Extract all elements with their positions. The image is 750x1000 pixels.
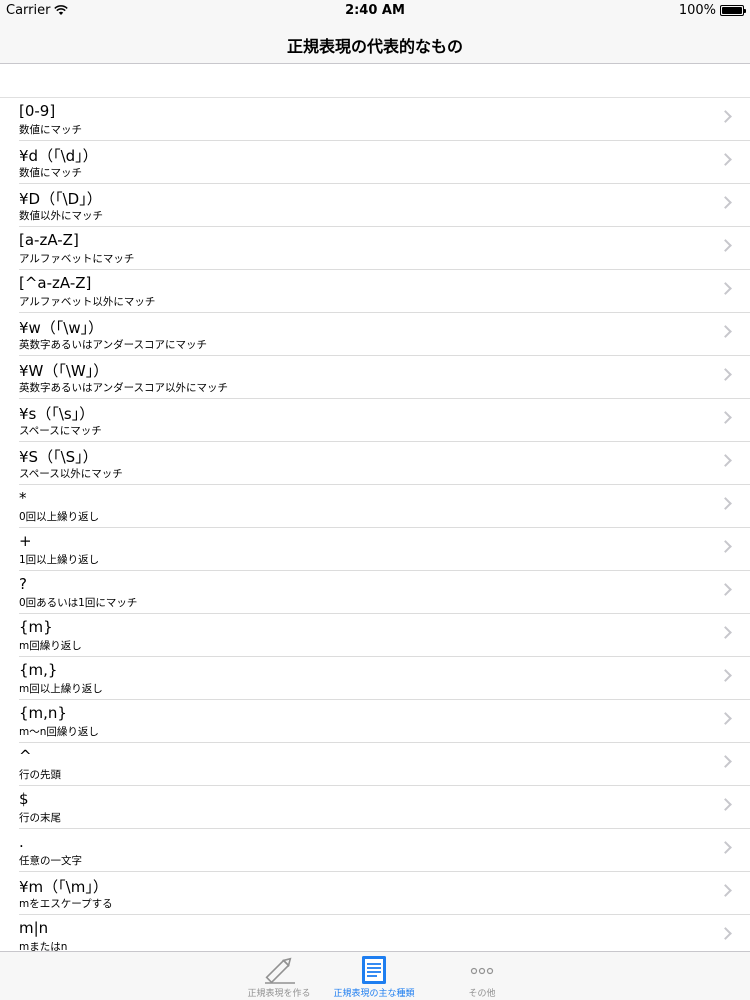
- tab-label: 正規表現の主な種類: [333, 989, 415, 999]
- regex-description: 英数字あるいはアンダースコア以外にマッチ: [19, 382, 229, 394]
- regex-description: 0回あるいは1回にマッチ: [19, 597, 138, 609]
- navigation-bar: 正規表現の代表的なもの: [0, 22, 750, 64]
- tab-label: その他: [468, 989, 496, 999]
- regex-pattern: *: [19, 489, 27, 507]
- status-bar: Carrier 2:40 AM 100%: [0, 0, 750, 22]
- list-item[interactable]: * 0回以上繰り返し: [19, 485, 750, 528]
- regex-pattern: {m,}: [19, 661, 58, 679]
- regex-pattern: [0-9]: [19, 102, 56, 120]
- regex-pattern: .: [19, 833, 24, 851]
- regex-pattern: ¥s（「\s」）: [19, 405, 95, 423]
- page-title: 正規表現の代表的なもの: [286, 37, 463, 56]
- chevron-right-icon: [719, 712, 732, 725]
- regex-description: 1回以上繰り返し: [19, 554, 100, 566]
- regex-description: 行の末尾: [19, 812, 61, 824]
- list-item[interactable]: ? 0回あるいは1回にマッチ: [19, 571, 750, 614]
- chevron-right-icon: [719, 325, 732, 338]
- battery-percent: 100%: [678, 3, 716, 18]
- regex-pattern: ¥D（「\D」）: [19, 190, 102, 208]
- regex-pattern: $: [19, 790, 29, 808]
- regex-pattern: m|n: [19, 919, 49, 937]
- list-item[interactable]: ¥d（「\d」） 数値にマッチ: [19, 141, 750, 184]
- battery-icon: [720, 5, 746, 16]
- regex-pattern: +: [19, 532, 32, 550]
- list-item[interactable]: $ 行の末尾: [19, 786, 750, 829]
- tab-others[interactable]: その他: [422, 952, 542, 1000]
- regex-description: 数値にマッチ: [19, 167, 82, 179]
- chevron-right-icon: [719, 411, 732, 424]
- list-item[interactable]: [^a-zA-Z] アルファベット以外にマッチ: [19, 270, 750, 313]
- chevron-right-icon: [719, 196, 732, 209]
- list-item[interactable]: {m,n} m〜n回繰り返し: [19, 700, 750, 743]
- regex-description: 0回以上繰り返し: [19, 511, 100, 523]
- regex-description: スペースにマッチ: [19, 425, 102, 437]
- document-icon: [362, 956, 386, 984]
- list-item[interactable]: +1回以上繰り返し: [19, 528, 750, 571]
- regex-description: m回繰り返し: [19, 640, 82, 652]
- chevron-right-icon: [719, 368, 732, 381]
- tab-regex-types[interactable]: 正規表現の主な種類: [314, 952, 434, 1000]
- regex-description: m〜n回繰り返し: [19, 726, 99, 738]
- chevron-right-icon: [719, 583, 732, 596]
- status-right: 100%: [678, 3, 746, 18]
- regex-pattern: ¥W（「\W」）: [19, 362, 109, 380]
- regex-pattern: ¥d（「\d」）: [19, 147, 98, 165]
- regex-description: アルファベットにマッチ: [19, 253, 135, 265]
- chevron-right-icon: [719, 153, 732, 166]
- chevron-right-icon: [719, 110, 732, 123]
- chevron-right-icon: [719, 540, 732, 553]
- regex-pattern: {m}: [19, 618, 53, 636]
- regex-pattern: ^: [19, 747, 32, 765]
- chevron-right-icon: [719, 841, 732, 854]
- regex-description: アルファベット以外にマッチ: [19, 296, 156, 308]
- list-item[interactable]: . 任意の一文字: [19, 829, 750, 872]
- list-item[interactable]: ¥w（「\w」） 英数字あるいはアンダースコアにマッチ: [19, 313, 750, 356]
- status-time: 2:40 AM: [345, 3, 405, 18]
- section-header: [0, 64, 750, 98]
- list-item[interactable]: ¥W（「\W」） 英数字あるいはアンダースコア以外にマッチ: [19, 356, 750, 399]
- regex-description: 英数字あるいはアンダースコアにマッチ: [19, 339, 208, 351]
- tab-bar: 正規表現を作る 正規表現の主な種類 その他: [0, 951, 750, 1000]
- list-item[interactable]: [0-9] 数値にマッチ: [19, 98, 750, 141]
- list-item[interactable]: {m} m回繰り返し: [19, 614, 750, 657]
- regex-description: スペース以外にマッチ: [19, 468, 123, 480]
- chevron-right-icon: [719, 669, 732, 682]
- list-item[interactable]: {m,} m回以上繰り返し: [19, 657, 750, 700]
- list-item[interactable]: ¥m（「\m」） mをエスケープする: [19, 872, 750, 915]
- regex-pattern: ¥w（「\w」）: [19, 319, 104, 337]
- chevron-right-icon: [719, 239, 732, 252]
- list-item[interactable]: ¥s（「\s」） スペースにマッチ: [19, 399, 750, 442]
- regex-description: mをエスケープする: [19, 898, 113, 910]
- regex-list: [0-9] 数値にマッチ ¥d（「\d」） 数値にマッチ ¥D（「\D」） 数値以外にマッ…: [0, 98, 750, 958]
- regex-pattern: [^a-zA-Z]: [19, 274, 92, 292]
- chevron-right-icon: [719, 927, 732, 940]
- regex-pattern: {m,n}: [19, 704, 67, 722]
- list-item[interactable]: ¥S（「\S」） スペース以外にマッチ: [19, 442, 750, 485]
- list-item[interactable]: ¥D（「\D」） 数値以外にマッチ: [19, 184, 750, 227]
- regex-description: m回以上繰り返し: [19, 683, 103, 695]
- chevron-right-icon: [719, 755, 732, 768]
- chevron-right-icon: [719, 884, 732, 897]
- chevron-right-icon: [719, 282, 732, 295]
- list-item[interactable]: [a-zA-Z] アルファベットにマッチ: [19, 227, 750, 270]
- list-item[interactable]: ^ 行の先頭: [19, 743, 750, 786]
- more-icon: [470, 967, 494, 975]
- regex-description: 数値にマッチ: [19, 124, 82, 136]
- chevron-right-icon: [719, 497, 732, 510]
- regex-pattern: [a-zA-Z]: [19, 231, 79, 249]
- regex-description: 行の先頭: [19, 769, 61, 781]
- chevron-right-icon: [719, 798, 732, 811]
- chevron-right-icon: [719, 626, 732, 639]
- chevron-right-icon: [719, 454, 732, 467]
- regex-pattern: ¥m（「\m」）: [19, 878, 108, 896]
- regex-description: 任意の一文字: [19, 855, 82, 867]
- regex-description: 数値以外にマッチ: [19, 210, 103, 222]
- regex-pattern: ?: [19, 575, 27, 593]
- regex-pattern: ¥S（「\S」）: [19, 448, 98, 466]
